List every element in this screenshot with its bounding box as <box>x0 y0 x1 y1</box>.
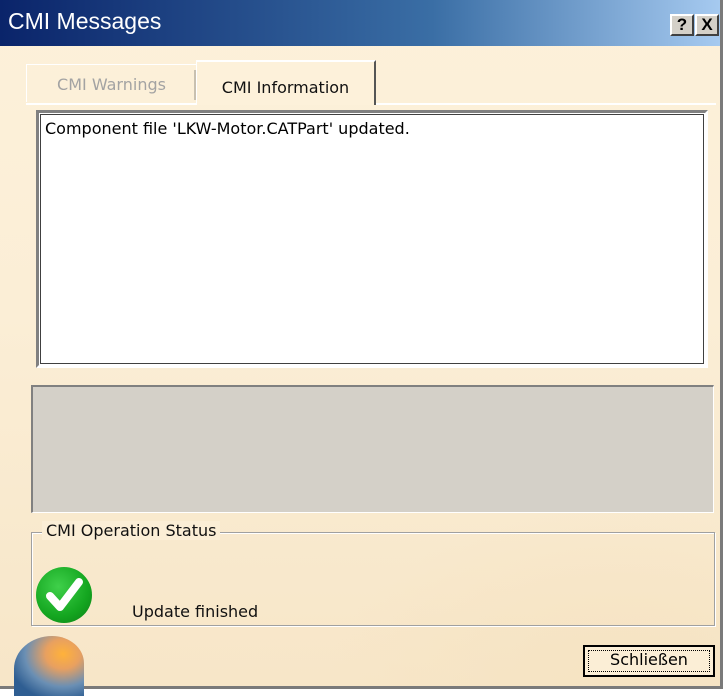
title-bar[interactable]: CMI Messages ? X <box>0 0 720 46</box>
cmi-messages-dialog: CMI Messages ? X CMI Warnings CMI Inform… <box>0 0 723 696</box>
success-check-icon <box>36 567 92 623</box>
tab-cmi-warnings[interactable]: CMI Warnings <box>26 64 196 102</box>
close-window-button[interactable]: X <box>695 14 719 36</box>
status-group-label: CMI Operation Status <box>42 521 221 540</box>
app-logo-icon <box>14 636 84 696</box>
focus-ring <box>588 650 710 672</box>
close-button[interactable]: Schließen <box>583 645 715 677</box>
tab-strip-line <box>26 103 196 105</box>
tab-strip-line <box>376 103 716 105</box>
detail-panel <box>31 385 714 513</box>
message-list[interactable]: Component file 'LKW-Motor.CATPart' updat… <box>36 110 708 368</box>
help-button[interactable]: ? <box>670 14 694 36</box>
window-title: CMI Messages <box>8 8 162 34</box>
message-item[interactable]: Component file 'LKW-Motor.CATPart' updat… <box>45 119 410 138</box>
tab-cmi-information[interactable]: CMI Information <box>196 60 376 105</box>
status-text: Update finished <box>132 602 259 621</box>
